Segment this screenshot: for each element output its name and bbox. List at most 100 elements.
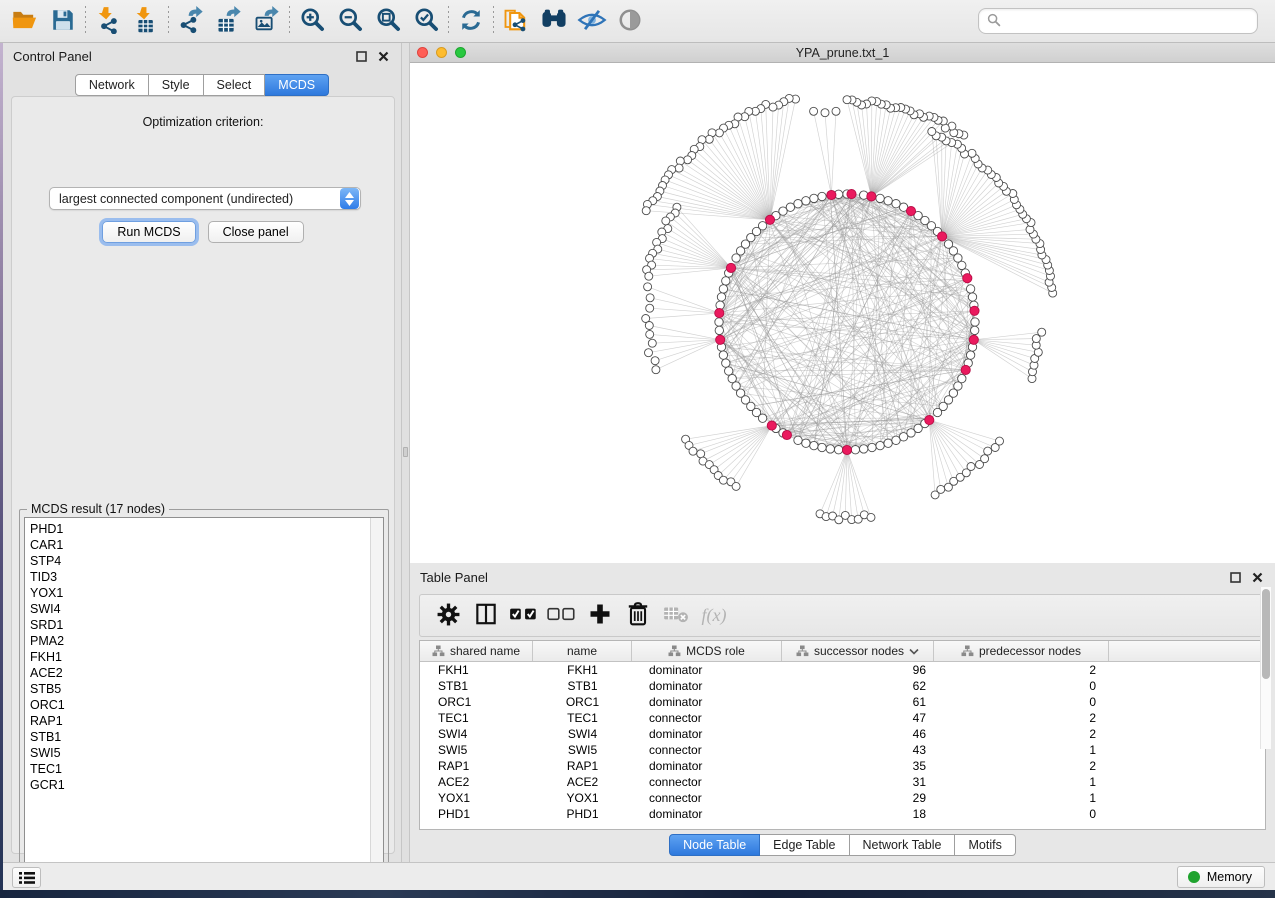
tab-network[interactable]: Network: [75, 74, 149, 96]
result-list-item[interactable]: GCR1: [25, 777, 369, 793]
result-list-item[interactable]: STP4: [25, 553, 369, 569]
close-panel-icon[interactable]: [375, 49, 391, 65]
result-list-item[interactable]: CAR1: [25, 537, 369, 553]
column-header-shared-name[interactable]: shared name: [420, 641, 533, 661]
toolbar-separator: [85, 6, 86, 36]
result-list-item[interactable]: ORC1: [25, 697, 369, 713]
zoom-in-button[interactable]: [293, 3, 331, 39]
open-file-button[interactable]: [6, 3, 44, 39]
memory-button[interactable]: Memory: [1177, 866, 1265, 888]
mcds-panel: Optimization criterion: largest connecte…: [11, 96, 395, 854]
zoom-selected-icon: [413, 6, 440, 36]
result-list-item[interactable]: SWI5: [25, 745, 369, 761]
run-mcds-button[interactable]: Run MCDS: [102, 221, 195, 243]
table-row[interactable]: RAP1RAP1dominator352: [420, 758, 1265, 774]
cell: 31: [782, 775, 934, 789]
cell: SWI4: [420, 727, 533, 741]
function-builder-button: f(x): [696, 599, 732, 633]
show-panels-button[interactable]: [611, 3, 649, 39]
tab-network-table[interactable]: Network Table: [850, 834, 956, 856]
table-scrollbar[interactable]: [1260, 587, 1271, 749]
result-list-item[interactable]: PHD1: [25, 521, 369, 537]
refresh-icon: [457, 6, 485, 37]
deselect-all-button[interactable]: [544, 599, 580, 633]
delete-column-button[interactable]: [620, 599, 656, 633]
result-list-item[interactable]: STB1: [25, 729, 369, 745]
zoom-fit-button[interactable]: [369, 3, 407, 39]
import-table-icon: [132, 6, 160, 37]
table-row[interactable]: SWI4SWI4dominator462: [420, 726, 1265, 742]
result-list-item[interactable]: TEC1: [25, 761, 369, 777]
result-list-item[interactable]: YOX1: [25, 585, 369, 601]
uncheck-pair-icon: [546, 603, 578, 628]
column-header-name[interactable]: name: [533, 641, 632, 661]
cell: 2: [934, 759, 1109, 773]
float-panel-icon[interactable]: [353, 49, 369, 65]
toolbar-separator: [168, 6, 169, 36]
table-options-button[interactable]: [430, 599, 466, 633]
panel-splitter[interactable]: [401, 43, 410, 862]
zoom-selected-button[interactable]: [407, 3, 445, 39]
cell: dominator: [632, 695, 782, 709]
new-network-from-selection-button[interactable]: [497, 3, 535, 39]
table-row[interactable]: YOX1YOX1connector291: [420, 790, 1265, 806]
result-list-item[interactable]: ACE2: [25, 665, 369, 681]
table-toolbar: f(x): [419, 594, 1266, 637]
zoom-out-button[interactable]: [331, 3, 369, 39]
tab-node-table[interactable]: Node Table: [669, 834, 760, 856]
result-list-item[interactable]: STB5: [25, 681, 369, 697]
close-panel-button[interactable]: Close panel: [208, 221, 304, 243]
result-list-item[interactable]: SWI4: [25, 601, 369, 617]
table-row[interactable]: PHD1PHD1dominator180: [420, 806, 1265, 822]
column-header-predecessor-nodes[interactable]: predecessor nodes: [934, 641, 1109, 661]
tree-icon: [796, 645, 809, 657]
result-list-item[interactable]: PMA2: [25, 633, 369, 649]
tab-edge-table[interactable]: Edge Table: [760, 834, 849, 856]
tab-select[interactable]: Select: [204, 74, 266, 96]
result-list-item[interactable]: SRD1: [25, 617, 369, 633]
search-window-button[interactable]: [535, 3, 573, 39]
export-network-button[interactable]: [172, 3, 210, 39]
criterion-select[interactable]: largest connected component (undirected): [49, 187, 361, 210]
table-row[interactable]: TEC1TEC1connector472: [420, 710, 1265, 726]
task-history-button[interactable]: [12, 867, 41, 888]
hide-panels-button[interactable]: [573, 3, 611, 39]
table-row[interactable]: SWI5SWI5connector431: [420, 742, 1265, 758]
result-list-item[interactable]: TID3: [25, 569, 369, 585]
result-list-item[interactable]: RAP1: [25, 713, 369, 729]
import-network-button[interactable]: [89, 3, 127, 39]
refresh-layout-button[interactable]: [452, 3, 490, 39]
cell: ORC1: [420, 695, 533, 709]
cell: STB1: [533, 679, 632, 693]
table-row[interactable]: FKH1FKH1dominator962: [420, 662, 1265, 678]
network-canvas[interactable]: [410, 63, 1275, 563]
export-table-button[interactable]: [210, 3, 248, 39]
export-image-button[interactable]: [248, 3, 286, 39]
tab-style[interactable]: Style: [149, 74, 204, 96]
search-input[interactable]: [1001, 14, 1249, 28]
float-table-panel-icon[interactable]: [1227, 569, 1243, 585]
table-panel: Table Panel f(x) shared namename M: [410, 563, 1275, 862]
table-row[interactable]: STB1STB1dominator620: [420, 678, 1265, 694]
table-tabs: Node TableEdge TableNetwork TableMotifs: [410, 834, 1275, 856]
tab-mcds[interactable]: MCDS: [265, 74, 329, 96]
table-row[interactable]: ACE2ACE2connector311: [420, 774, 1265, 790]
select-all-button[interactable]: [506, 599, 542, 633]
table-row[interactable]: ORC1ORC1dominator610: [420, 694, 1265, 710]
column-label: successor nodes: [814, 644, 904, 658]
mcds-result-list[interactable]: PHD1CAR1STP4TID3YOX1SWI4SRD1PMA2FKH1ACE2…: [24, 517, 384, 876]
result-list-scrollbar[interactable]: [370, 518, 383, 875]
table-scrollbar-thumb[interactable]: [1262, 589, 1270, 679]
add-column-button[interactable]: [582, 599, 618, 633]
show-columns-button[interactable]: [468, 599, 504, 633]
column-header-successor-nodes[interactable]: successor nodes: [782, 641, 934, 661]
criterion-selected-value: largest connected component (undirected): [50, 192, 340, 206]
import-table-button[interactable]: [127, 3, 165, 39]
close-table-panel-icon[interactable]: [1249, 569, 1265, 585]
cell: connector: [632, 743, 782, 757]
search-box[interactable]: [978, 8, 1258, 34]
tab-motifs[interactable]: Motifs: [955, 834, 1015, 856]
result-list-item[interactable]: FKH1: [25, 649, 369, 665]
column-header-MCDS-role[interactable]: MCDS role: [632, 641, 782, 661]
save-session-button[interactable]: [44, 3, 82, 39]
